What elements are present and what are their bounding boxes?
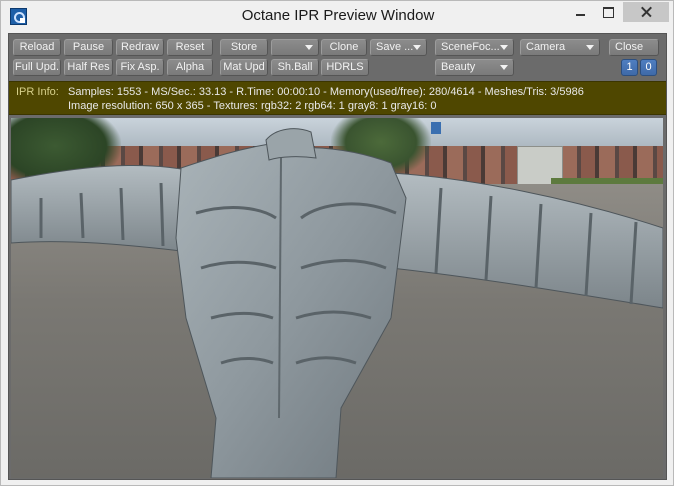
armor-torso-render: [11, 128, 663, 478]
maximize-icon[interactable]: [595, 2, 621, 22]
title-bar[interactable]: Octane IPR Preview Window: [1, 1, 673, 32]
fix-aspect-button[interactable]: Fix Asp.: [116, 59, 164, 76]
ipr-panel: Reload Pause Redraw Reset Store Clone Sa…: [8, 33, 667, 480]
render-pass-dropdown[interactable]: Beauty: [435, 59, 514, 76]
save-label: Save ...: [376, 41, 414, 53]
camera-dropdown[interactable]: Camera: [520, 39, 600, 56]
mat-update-button[interactable]: Mat Upd: [220, 59, 268, 76]
close-icon[interactable]: [623, 2, 669, 22]
chevron-down-icon: [500, 45, 508, 50]
save-dropdown[interactable]: Save ...: [370, 39, 427, 56]
render-viewport[interactable]: [11, 118, 663, 478]
redraw-button[interactable]: Redraw: [116, 39, 164, 56]
pause-button[interactable]: Pause: [64, 39, 113, 56]
scene-focus-dropdown[interactable]: SceneFoc...: [435, 39, 514, 56]
ipr-info-resolution: Image resolution: 650 x 365 - Textures: …: [68, 100, 437, 112]
camera-label: Camera: [526, 41, 566, 53]
ipr-info-bar: IPR Info: Samples: 1553 - MS/Sec.: 33.13…: [9, 81, 666, 115]
reset-button[interactable]: Reset: [167, 39, 213, 56]
chevron-down-icon: [500, 65, 508, 70]
minimize-icon[interactable]: [567, 2, 593, 22]
render-image: [11, 118, 663, 478]
chevron-down-icon: [586, 45, 594, 50]
half-res-button[interactable]: Half Res: [64, 59, 113, 76]
ipr-preview-window: Octane IPR Preview Window Reload Pause R…: [0, 0, 674, 486]
close-label: Close: [615, 41, 644, 53]
chevron-down-icon: [413, 45, 421, 50]
ipr-info-stats: Samples: 1553 - MS/Sec.: 33.13 - R.Time:…: [68, 86, 584, 98]
scene-focus-label: SceneFoc...: [441, 41, 500, 53]
clone-button[interactable]: Clone: [321, 39, 367, 56]
store-button[interactable]: Store: [220, 39, 268, 56]
shader-ball-button[interactable]: Sh.Ball: [271, 59, 319, 76]
page-1-button[interactable]: 1: [621, 59, 638, 76]
chevron-down-icon: [305, 45, 313, 50]
close-button[interactable]: Close: [609, 39, 659, 56]
ipr-info-label: IPR Info:: [16, 86, 59, 98]
hdrls-button[interactable]: HDRLS: [321, 59, 369, 76]
alpha-button[interactable]: Alpha: [167, 59, 213, 76]
render-pass-label: Beauty: [441, 61, 476, 73]
full-update-button[interactable]: Full Upd.: [13, 59, 61, 76]
store-slot-dropdown[interactable]: [271, 39, 319, 56]
reload-button[interactable]: Reload: [13, 39, 61, 56]
page-0-button[interactable]: 0: [640, 59, 657, 76]
